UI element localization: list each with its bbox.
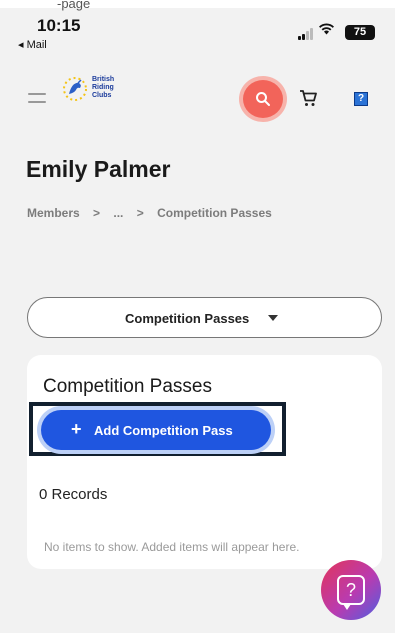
section-dropdown[interactable]: Competition Passes: [27, 297, 382, 338]
dropdown-selected-value: Competition Passes: [125, 311, 250, 326]
cart-button[interactable]: [298, 88, 318, 108]
battery-icon: 75: [345, 25, 375, 40]
search-button[interactable]: [243, 80, 283, 118]
breadcrumb-members[interactable]: Members: [27, 206, 80, 220]
search-icon: [256, 92, 270, 106]
help-chat-button[interactable]: ?: [321, 560, 381, 620]
back-app-label: Mail: [26, 39, 47, 51]
british-riding-clubs-logo[interactable]: British Riding Clubs: [60, 74, 124, 104]
add-competition-pass-button[interactable]: + Add Competition Pass: [41, 410, 271, 450]
card-title: Competition Passes: [43, 376, 212, 397]
logo-text: British Riding Clubs: [92, 76, 115, 99]
breadcrumb: Members > ... > Competition Passes: [27, 206, 282, 220]
cart-icon: [300, 90, 317, 106]
help-icon[interactable]: ?: [354, 92, 368, 106]
logo-horse-mark: [63, 77, 87, 101]
breadcrumb-separator: >: [136, 206, 144, 220]
menu-icon[interactable]: [28, 93, 46, 103]
breadcrumb-current: Competition Passes: [157, 206, 272, 220]
competition-passes-card: Competition Passes + Add Competition Pas…: [27, 355, 382, 569]
status-bar: 10:15 ◂ Mail 75: [0, 0, 395, 56]
empty-state-text: No items to show. Added items will appea…: [44, 540, 300, 554]
breadcrumb-separator: >: [93, 206, 101, 220]
page-title: Emily Palmer: [26, 156, 171, 182]
signal-icon: [298, 28, 314, 40]
wifi-icon: [318, 22, 335, 39]
add-button-label: Add Competition Pass: [94, 423, 233, 438]
plus-icon: +: [71, 419, 82, 439]
help-chat-icon: ?: [337, 575, 365, 610]
records-count: 0 Records: [39, 486, 108, 503]
back-to-mail-link[interactable]: ◂ Mail: [18, 38, 47, 51]
breadcrumb-ellipsis[interactable]: ...: [113, 206, 123, 220]
caret-down-icon: [268, 315, 278, 321]
status-time: 10:15: [37, 16, 81, 35]
